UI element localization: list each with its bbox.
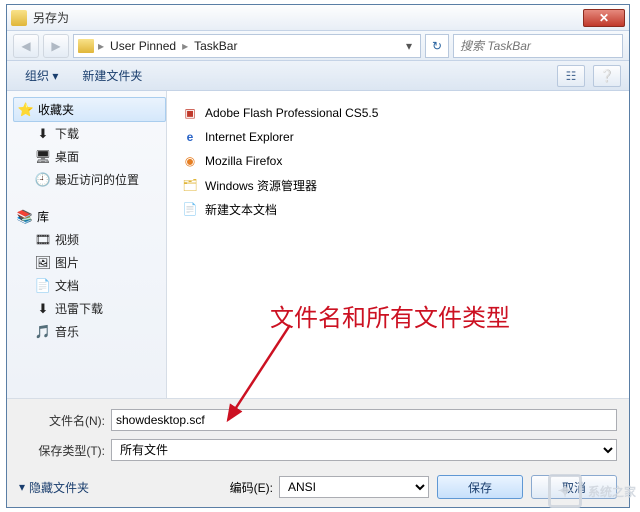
firefox-icon: ◉ [181,152,199,170]
sidebar-item-documents[interactable]: 📄文档 [13,274,166,297]
breadcrumb[interactable]: ▸ User Pinned ▸ TaskBar ▾ [73,34,421,58]
video-icon: 🎞 [35,232,51,248]
recent-icon: 🕘 [35,172,51,188]
main-area: ⭐ 收藏夹 ⬇下载 🖥桌面 🕘最近访问的位置 📚 库 🎞视频 🖼图片 📄文档 ⬇… [7,91,629,398]
breadcrumb-seg-2[interactable]: TaskBar [192,39,239,53]
search-input[interactable] [454,39,622,53]
document-icon: 📄 [35,278,51,294]
filetype-row: 保存类型(T): 所有文件 [19,439,617,461]
explorer-icon: 🗂 [181,176,199,194]
breadcrumb-seg-1[interactable]: User Pinned [108,39,178,53]
file-item[interactable]: eInternet Explorer [179,125,617,149]
sidebar-item-music[interactable]: 🎵音乐 [13,320,166,343]
breadcrumb-sep: ▸ [98,39,104,53]
filename-input[interactable] [111,409,617,431]
nav-forward-button[interactable]: ▶ [43,34,69,58]
sidebar: ⭐ 收藏夹 ⬇下载 🖥桌面 🕘最近访问的位置 📚 库 🎞视频 🖼图片 📄文档 ⬇… [7,91,167,398]
organize-menu[interactable]: 组织 ▾ [15,64,68,87]
flash-icon: ▣ [181,104,199,122]
window-title: 另存为 [33,9,583,26]
download-icon: ⬇ [35,126,51,142]
file-list: ▣Adobe Flash Professional CS5.5 eInterne… [167,91,629,398]
encoding-select[interactable]: ANSI [279,476,429,498]
sidebar-item-recent[interactable]: 🕘最近访问的位置 [13,168,166,191]
tree-header-libraries[interactable]: 📚 库 [13,205,166,228]
encoding-label: 编码(E): [230,479,273,496]
sidebar-item-xunlei[interactable]: ⬇迅雷下载 [13,297,166,320]
cancel-button[interactable]: 取消 [531,475,617,499]
save-as-dialog: 另存为 ✕ ◀ ▶ ▸ User Pinned ▸ TaskBar ▾ ↻ 组织… [6,4,630,508]
sidebar-item-videos[interactable]: 🎞视频 [13,228,166,251]
filename-row: 文件名(N): [19,409,617,431]
download-icon: ⬇ [35,301,51,317]
close-button[interactable]: ✕ [583,9,625,27]
save-button[interactable]: 保存 [437,475,523,499]
file-item[interactable]: ▣Adobe Flash Professional CS5.5 [179,101,617,125]
music-icon: 🎵 [35,324,51,340]
new-folder-button[interactable]: 新建文件夹 [72,64,152,87]
encoding-row: 编码(E): ANSI [230,476,429,498]
search-box[interactable] [453,34,623,58]
ie-icon: e [181,128,199,146]
filename-label: 文件名(N): [19,412,105,429]
tree-header-favorites[interactable]: ⭐ 收藏夹 [13,97,166,122]
textfile-icon: 📄 [181,200,199,218]
bottom-actions: ▾ 隐藏文件夹 编码(E): ANSI 保存 取消 [19,469,617,499]
chevron-down-icon: ▾ [19,480,25,494]
refresh-button[interactable]: ↻ [425,34,449,58]
filetype-label: 保存类型(T): [19,442,105,459]
star-icon: ⭐ [18,102,34,118]
file-item[interactable]: 📄新建文本文档 [179,197,617,221]
breadcrumb-sep: ▸ [182,39,188,53]
library-icon: 📚 [17,209,33,225]
file-item[interactable]: 🗂Windows 资源管理器 [179,173,617,197]
breadcrumb-dropdown[interactable]: ▾ [402,39,416,53]
tree-group-favorites: ⭐ 收藏夹 ⬇下载 🖥桌面 🕘最近访问的位置 [13,97,166,191]
picture-icon: 🖼 [35,255,51,271]
toolbar: 组织 ▾ 新建文件夹 ☷ ❔ [7,61,629,91]
desktop-icon: 🖥 [35,149,51,165]
sidebar-item-desktop[interactable]: 🖥桌面 [13,145,166,168]
tree-group-libraries: 📚 库 🎞视频 🖼图片 📄文档 ⬇迅雷下载 🎵音乐 [13,205,166,343]
sidebar-item-downloads[interactable]: ⬇下载 [13,122,166,145]
bottom-panel: 文件名(N): 保存类型(T): 所有文件 ▾ 隐藏文件夹 编码(E): ANS… [7,398,629,507]
app-icon [11,10,27,26]
help-button[interactable]: ❔ [593,65,621,87]
folder-icon [78,39,94,53]
nav-row: ◀ ▶ ▸ User Pinned ▸ TaskBar ▾ ↻ [7,31,629,61]
hide-folders-toggle[interactable]: ▾ 隐藏文件夹 [19,479,89,496]
nav-back-button[interactable]: ◀ [13,34,39,58]
view-mode-button[interactable]: ☷ [557,65,585,87]
titlebar: 另存为 ✕ [7,5,629,31]
sidebar-item-pictures[interactable]: 🖼图片 [13,251,166,274]
file-item[interactable]: ◉Mozilla Firefox [179,149,617,173]
filetype-select[interactable]: 所有文件 [111,439,617,461]
